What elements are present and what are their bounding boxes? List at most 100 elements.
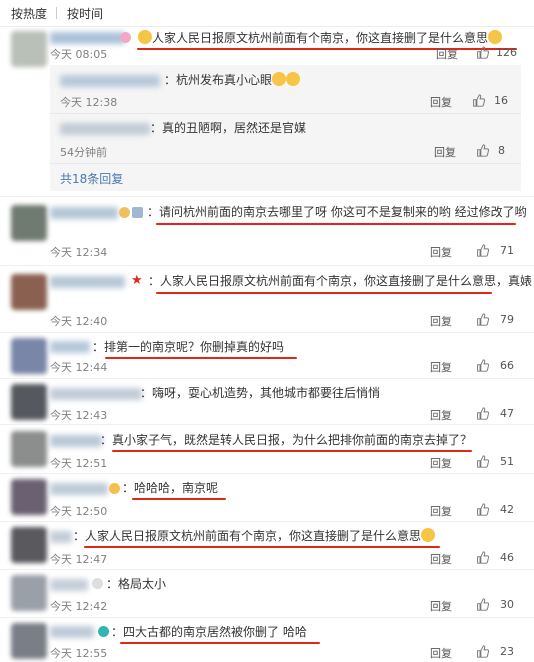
divider [0,265,534,266]
divider [0,473,534,474]
divider [0,332,534,333]
thumbs-up-icon[interactable] [476,551,489,564]
comment-text: ：四大古都的南京居然被你删了 哈哈 [111,625,307,639]
badge-icon [98,626,109,637]
sub-reply-time: 54分钟前 [60,146,107,159]
divider [50,163,521,164]
panda-badge-icon [92,578,103,589]
like-count: 79 [500,313,514,326]
reply-button[interactable]: 回复 [430,244,452,260]
thumbs-up-icon[interactable] [476,598,489,611]
comment-item: ：哈哈哈，南京呢 今天 12:50 回复 42 [0,477,534,519]
reply-button[interactable]: 回复 [436,46,458,62]
reply-button[interactable]: 回复 [430,551,452,567]
avatar[interactable] [11,431,47,467]
comment-text: ：格局太小 [106,577,167,591]
username[interactable] [50,435,102,447]
reply-button[interactable]: 回复 [434,144,456,160]
thumbs-up-icon[interactable] [476,503,489,516]
comment-item: 人家人民日报原文杭州前面有个南京，你这直接删了是什么意思 今天 08:05 回复… [0,27,534,192]
comment-time: 今天 12:43 [50,409,108,422]
comment-time: 今天 12:51 [50,457,108,470]
reply-button[interactable]: 回复 [430,359,452,375]
divider [0,617,534,618]
username[interactable] [50,579,88,591]
more-replies-link[interactable]: 共18条回复 [60,170,123,187]
avatar[interactable] [11,384,47,420]
avatar[interactable] [11,205,47,241]
thumbs-up-icon[interactable] [476,645,489,658]
reply-button[interactable]: 回复 [430,645,452,661]
sub-reply-username[interactable] [60,123,150,135]
thumbs-up-icon[interactable] [476,455,489,468]
username[interactable] [50,276,125,288]
username[interactable] [50,341,90,353]
avatar[interactable] [11,623,47,659]
laughing-emoji-icon [272,72,287,86]
avatar[interactable] [11,338,47,374]
red-underline [156,223,516,225]
sort-by-hot-tab[interactable]: 按热度 [11,5,47,22]
red-underline [84,546,440,548]
comment-item: ：嗨呀，耍心机造势，其他城市都要往后悄悄 今天 12:43 回复 47 [0,382,534,422]
like-count: 30 [500,598,514,611]
thumbs-up-icon[interactable] [476,144,489,157]
like-count: 23 [500,645,514,658]
badge-icon [132,207,143,218]
comment-time: 今天 12:50 [50,505,108,518]
red-underline [120,642,320,644]
comment-time: 今天 12:55 [50,647,108,660]
divider [0,521,534,522]
username[interactable] [50,32,125,44]
face-emoji-icon [138,30,152,44]
reply-button[interactable]: 回复 [430,94,452,110]
comment-item: ：格局太小 今天 12:42 回复 30 [0,573,534,615]
username[interactable] [50,388,142,400]
thumbs-up-icon[interactable] [476,244,489,257]
star-badge-icon: ★ [131,273,143,288]
thumbs-up-icon[interactable] [476,46,489,59]
comment-text: ：嗨呀，耍心机造势，其他城市都要往后悄悄 [140,386,381,400]
badge-icon [120,32,131,43]
reply-button[interactable]: 回复 [430,503,452,519]
comment-text: ：人家人民日报原文杭州前面有个南京，你这直接删了是什么意思，真婊 [148,274,533,288]
avatar[interactable] [11,575,47,611]
avatar[interactable] [11,479,47,515]
comment-text: 人家人民日报原文杭州前面有个南京，你这直接删了是什么意思 [138,29,520,47]
comment-time: 今天 12:40 [50,315,108,328]
username[interactable] [50,626,94,638]
sub-reply-text: ：真的丑陋啊，居然还是官媒 [150,121,307,135]
sub-reply-time: 今天 12:38 [60,96,118,109]
laughing-emoji-icon [286,72,301,86]
red-underline [105,357,297,359]
sub-reply-username[interactable] [60,75,160,87]
avatar[interactable] [11,31,47,67]
username[interactable] [50,531,72,543]
username[interactable] [50,483,108,495]
reply-button[interactable]: 回复 [430,313,452,329]
sub-replies-box: ：杭州发布真小心眼 今天 12:38 回复 16 ：真的丑陋啊，居然还是官媒 5… [50,65,521,191]
thumbs-up-icon[interactable] [476,359,489,372]
reply-button[interactable]: 回复 [430,598,452,614]
divider [0,424,534,425]
avatar[interactable] [11,527,47,563]
avatar[interactable] [11,274,47,310]
emoji-badge-icon [109,483,120,494]
comment-item: ：请问杭州前面的南京去哪里了呀 你这可不是复制来的哟 经过修改了哟 今天 12:… [0,199,534,263]
reply-button[interactable]: 回复 [430,455,452,471]
sort-bar: 按热度 按时间 [0,0,534,27]
like-count: 16 [494,94,508,107]
comment-text: ：真小家子气，既然是转人民日报，为什么把排你前面的南京去掉了？ [100,433,473,447]
thumbs-up-icon[interactable] [476,407,489,420]
sort-by-time-tab[interactable]: 按时间 [67,5,103,22]
username[interactable] [50,207,118,219]
reply-button[interactable]: 回复 [430,407,452,423]
like-count: 46 [500,551,514,564]
divider [0,569,534,570]
thumbs-up-icon[interactable] [472,94,485,107]
comment-time: 今天 12:47 [50,553,108,566]
like-count: 71 [500,244,514,257]
comment-item: ：真小家子气，既然是转人民日报，为什么把排你前面的南京去掉了？ 今天 12:51… [0,429,534,471]
comment-time: 今天 12:42 [50,600,108,613]
thumbs-up-icon[interactable] [476,313,489,326]
